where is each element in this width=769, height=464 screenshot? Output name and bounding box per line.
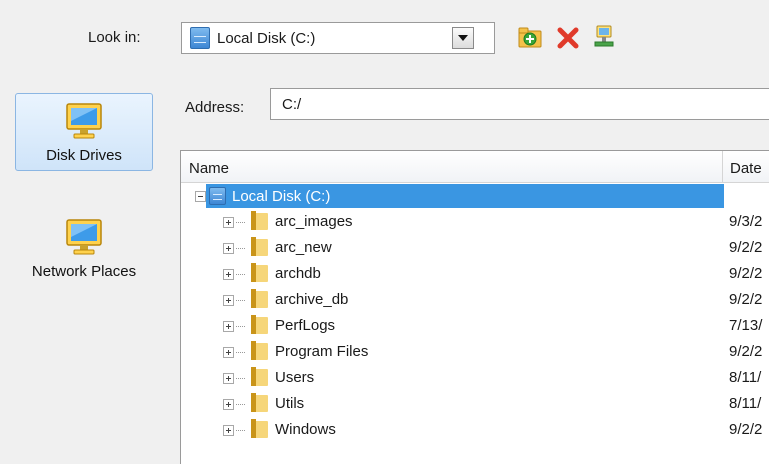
tree-line xyxy=(236,248,245,249)
sidebar-item-label: Disk Drives xyxy=(46,147,122,164)
folder-icon xyxy=(251,263,268,282)
sidebar-item-label: Network Places xyxy=(31,263,137,280)
folder-date: 9/2/2 xyxy=(729,421,763,438)
address-label: Address: xyxy=(185,99,245,116)
sidebar-item-disk-drives[interactable]: Disk Drives xyxy=(15,93,153,171)
tree-line xyxy=(236,300,245,301)
dropdown-arrow-button[interactable] xyxy=(452,27,474,49)
folder-icon xyxy=(251,289,268,308)
tree-root-label: Local Disk (C:) xyxy=(232,187,331,205)
chevron-down-icon xyxy=(458,35,468,41)
sidebar-item-network-places[interactable]: Network Places xyxy=(10,208,158,286)
tree-row-root[interactable]: Local Disk (C:) xyxy=(181,184,769,208)
folder-icon xyxy=(251,419,268,438)
folder-date: 9/2/2 xyxy=(729,291,763,308)
folder-icon xyxy=(251,237,268,256)
tree-row[interactable]: arc_new 9/2/2 xyxy=(181,236,769,260)
folder-name: Users xyxy=(275,369,315,386)
tree-row[interactable]: PerfLogs 7/13/ xyxy=(181,314,769,338)
folder-icon xyxy=(251,393,268,412)
collapse-icon[interactable] xyxy=(195,191,206,202)
folder-date: 9/3/2 xyxy=(729,213,763,230)
folder-name: arc_new xyxy=(275,239,332,256)
folder-date: 7/13/ xyxy=(729,317,763,334)
tree-row[interactable]: archive_db 9/2/2 xyxy=(181,288,769,312)
folder-icon xyxy=(251,367,268,386)
tree-row[interactable]: Windows 9/2/2 xyxy=(181,418,769,442)
expand-icon[interactable] xyxy=(223,295,234,306)
folder-date: 9/2/2 xyxy=(729,343,763,360)
network-monitor-icon xyxy=(66,219,102,255)
folder-name: arc_images xyxy=(275,213,353,230)
column-header-date[interactable]: Date xyxy=(724,151,762,183)
folder-name: Program Files xyxy=(275,343,369,360)
folder-name: Utils xyxy=(275,395,305,412)
local-disk-icon xyxy=(190,27,210,49)
expand-icon[interactable] xyxy=(223,425,234,436)
delete-icon[interactable] xyxy=(556,24,580,50)
folder-name: Windows xyxy=(275,421,336,438)
tree-row[interactable]: Users 8/11/ xyxy=(181,366,769,390)
folder-date: 9/2/2 xyxy=(729,265,763,282)
new-folder-icon[interactable] xyxy=(518,24,542,50)
expand-icon[interactable] xyxy=(223,243,234,254)
folder-tree[interactable]: Name Date Local Disk (C:) arc_images 9/3/… xyxy=(180,150,769,464)
expand-icon[interactable] xyxy=(223,347,234,358)
tree-line xyxy=(236,222,245,223)
expand-icon[interactable] xyxy=(223,373,234,384)
folder-name: archdb xyxy=(275,265,321,282)
network-drive-icon[interactable] xyxy=(592,24,616,50)
look-in-value: Local Disk (C:) xyxy=(217,29,316,47)
tree-row[interactable]: Program Files 9/2/2 xyxy=(181,340,769,364)
tree-header: Name Date xyxy=(181,151,769,183)
expand-icon[interactable] xyxy=(223,321,234,332)
tree-line xyxy=(236,326,245,327)
tree-line xyxy=(236,274,245,275)
look-in-dropdown[interactable]: Local Disk (C:) xyxy=(181,22,495,54)
tree-row[interactable]: archdb 9/2/2 xyxy=(181,262,769,286)
address-input[interactable]: C:/ xyxy=(270,88,769,120)
expand-icon[interactable] xyxy=(223,269,234,280)
expand-icon[interactable] xyxy=(223,399,234,410)
folder-icon xyxy=(251,211,268,230)
folder-icon xyxy=(251,315,268,334)
folder-date: 8/11/ xyxy=(729,369,762,386)
tree-row[interactable]: Utils 8/11/ xyxy=(181,392,769,416)
tree-line xyxy=(236,352,245,353)
folder-icon xyxy=(251,341,268,360)
folder-name: PerfLogs xyxy=(275,317,336,334)
folder-name: archive_db xyxy=(275,291,349,308)
monitor-icon xyxy=(66,103,102,139)
tree-line xyxy=(236,430,245,431)
folder-date: 9/2/2 xyxy=(729,239,763,256)
folder-date: 8/11/ xyxy=(729,395,762,412)
tree-row[interactable]: arc_images 9/3/2 xyxy=(181,210,769,234)
column-header-name[interactable]: Name xyxy=(181,151,723,183)
expand-icon[interactable] xyxy=(223,217,234,228)
tree-line xyxy=(236,378,245,379)
local-disk-icon xyxy=(209,187,226,205)
look-in-label: Look in: xyxy=(88,29,141,46)
tree-line xyxy=(236,404,245,405)
